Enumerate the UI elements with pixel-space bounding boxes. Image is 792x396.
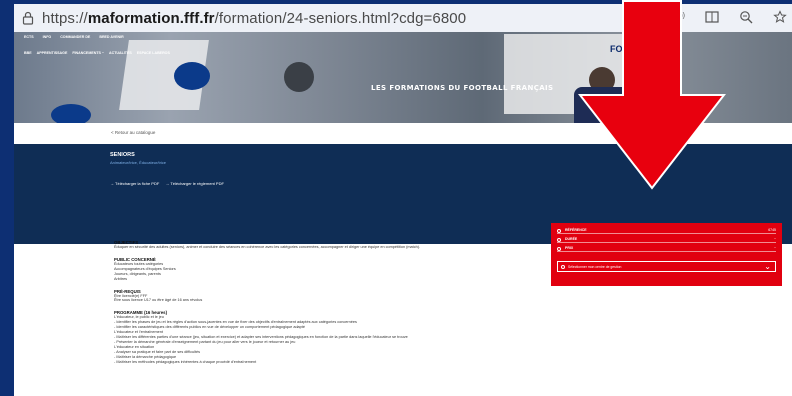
main-nav-item[interactable]: ACTUALITÉS xyxy=(109,51,132,55)
main-nav-item[interactable]: APPRENTISSAGE xyxy=(37,51,68,55)
section-line: - Maîtriser les méthodes pédagogiques in… xyxy=(114,359,257,364)
location-icon xyxy=(561,265,565,269)
download-pdf-link[interactable]: → Télécharger la fiche PDF xyxy=(110,181,159,186)
info-key: RÉFÉRENCE xyxy=(565,228,587,232)
main-nav-item[interactable]: FINANCEMENTS ~ xyxy=(72,51,104,55)
info-key: PRIX xyxy=(565,246,574,250)
top-nav-item[interactable]: BRED AVENIR xyxy=(99,35,123,39)
info-value: ~ xyxy=(773,237,776,241)
url-prefix: https:// xyxy=(42,9,88,27)
url-path: /formation/24-seniors.html?cdg=6800 xyxy=(214,9,467,27)
main-nav-item[interactable]: ESPACE LABEROS xyxy=(137,51,170,55)
clock-icon xyxy=(557,237,561,242)
info-row-reference: RÉFÉRENCE 6745 xyxy=(557,227,776,234)
top-nav-item[interactable]: ECTS xyxy=(24,35,34,39)
info-key: DURÉE xyxy=(565,237,578,241)
zoom-icon[interactable] xyxy=(738,10,754,27)
lock-icon[interactable] xyxy=(14,4,42,32)
favorites-icon[interactable] xyxy=(772,9,788,27)
price-icon xyxy=(557,246,561,251)
course-title: SENIORS xyxy=(110,152,135,158)
section-line: Arbitres xyxy=(114,276,128,281)
course-subtitle: Animateur/trice, Éducateur/trice xyxy=(110,160,167,165)
back-to-catalogue-link[interactable]: < Retour au catalogue xyxy=(111,130,155,135)
hero-title: LES FORMATIONS DU FOOTBALL FRANÇAIS xyxy=(371,84,554,92)
url-text[interactable]: https://maformation.fff.fr/formation/24-… xyxy=(42,10,466,27)
top-nav-item[interactable]: COMMANDER DE xyxy=(60,35,90,39)
course-details: OBJECTIFS Éduquer en sécurité des adulte… xyxy=(114,235,544,364)
chevron-down-icon: ⌄ xyxy=(764,262,771,271)
section-line: Éduquer en sécurité des adultes (seniors… xyxy=(114,245,421,249)
main-nav: BBE APPRENTISSAGE FINANCEMENTS ~ ACTUALI… xyxy=(24,51,170,55)
info-row-price[interactable]: PRIX ~ xyxy=(557,245,776,252)
course-info-panel: RÉFÉRENCE 6745 DURÉE ~ PRIX ~ Sélectionn… xyxy=(551,223,782,286)
info-value: ~ xyxy=(773,246,776,250)
section-line: Être sous licence U17 ou être âgé de 16 … xyxy=(114,298,203,303)
management-center-select[interactable]: Sélectionner mon centre de gestion ⌄ xyxy=(557,261,776,272)
top-nav-item[interactable]: INFO xyxy=(43,35,52,39)
hero-person xyxy=(284,62,314,92)
main-nav-item[interactable]: BBE xyxy=(24,51,32,55)
top-nav: ECTS INFO COMMANDER DE BRED AVENIR xyxy=(24,35,124,39)
select-placeholder: Sélectionner mon centre de gestion xyxy=(568,265,622,269)
info-value: 6745 xyxy=(768,228,776,232)
reference-icon xyxy=(557,228,561,233)
url-domain: maformation.fff.fr xyxy=(87,9,215,27)
download-rules-link[interactable]: → Télécharger le règlement PDF xyxy=(165,181,224,186)
info-row-duration[interactable]: DURÉE ~ xyxy=(557,236,776,243)
red-arrow-annotation-icon xyxy=(578,0,726,190)
fff-logo-icon xyxy=(174,62,210,90)
